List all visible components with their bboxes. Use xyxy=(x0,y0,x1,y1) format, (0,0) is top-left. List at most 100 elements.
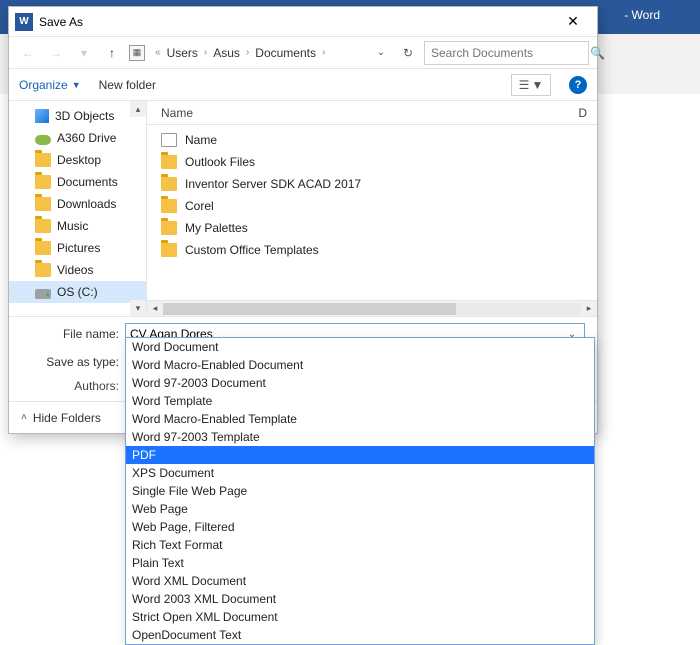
cloud-icon xyxy=(35,135,51,145)
view-options-button[interactable]: ☰ ▼ xyxy=(511,74,551,96)
search-input[interactable] xyxy=(431,46,586,60)
path-folder-icon[interactable]: ▦ xyxy=(129,45,145,61)
path-dropdown-button[interactable]: ⌄ xyxy=(370,42,392,64)
save-type-option[interactable]: OpenDocument Text xyxy=(126,626,594,644)
save-type-option[interactable]: Rich Text Format xyxy=(126,536,594,554)
file-list-header[interactable]: Name D xyxy=(147,101,597,125)
file-row[interactable]: Inventor Server SDK ACAD 2017 xyxy=(147,173,597,195)
hscroll-left[interactable]: ◂ xyxy=(147,301,163,317)
file-row-label: Name xyxy=(185,133,217,147)
help-button[interactable]: ? xyxy=(569,76,587,94)
save-type-option[interactable]: Word 2003 XML Document xyxy=(126,590,594,608)
crumb-documents[interactable]: Documents xyxy=(255,46,316,60)
new-folder-button[interactable]: New folder xyxy=(99,78,156,92)
search-icon[interactable]: 🔍 xyxy=(590,46,605,60)
folder-icon xyxy=(161,177,177,191)
tree-item-label: Desktop xyxy=(57,153,101,167)
chevron-down-icon: ▼ xyxy=(72,80,81,90)
tree-item-label: A360 Drive xyxy=(57,131,116,145)
crumb-root-icon[interactable]: « xyxy=(155,47,161,58)
folder-icon xyxy=(35,241,51,255)
file-list-body[interactable]: Name Outlook Files Inventor Server SDK ACA… xyxy=(147,125,597,300)
close-button[interactable]: ✕ xyxy=(553,8,593,36)
tree-item[interactable]: Videos xyxy=(9,259,146,281)
save-type-option[interactable]: Word XML Document xyxy=(126,572,594,590)
nav-forward-button[interactable]: → xyxy=(45,42,67,64)
crumb-users[interactable]: Users xyxy=(167,46,198,60)
tree-scroll-down[interactable]: ▾ xyxy=(130,300,146,316)
nav-up-button[interactable]: ↑ xyxy=(101,42,123,64)
folder-icon xyxy=(35,175,51,189)
nav-row: ← → ▾ ↑ ▦ « Users › Asus › Documents › ⌄… xyxy=(9,37,597,69)
tree-item[interactable]: Music xyxy=(9,215,146,237)
organize-label: Organize xyxy=(19,78,68,92)
tree-item[interactable]: A360 Drive xyxy=(9,127,146,149)
cube-icon xyxy=(35,109,49,123)
tree-item[interactable]: Downloads xyxy=(9,193,146,215)
folder-icon xyxy=(161,199,177,213)
chevron-right-icon: › xyxy=(204,47,207,58)
save-type-option[interactable]: Web Page xyxy=(126,500,594,518)
save-type-label: Save as type: xyxy=(21,355,119,369)
save-type-option[interactable]: Word Template xyxy=(126,392,594,410)
file-row[interactable]: My Palettes xyxy=(147,217,597,239)
save-type-option[interactable]: XPS Document xyxy=(126,464,594,482)
crumb-asus[interactable]: Asus xyxy=(213,46,240,60)
file-row[interactable]: Corel xyxy=(147,195,597,217)
chevron-right-icon: › xyxy=(246,47,249,58)
save-type-option[interactable]: Plain Text xyxy=(126,554,594,572)
file-row-label: Outlook Files xyxy=(185,155,255,169)
file-row[interactable]: Name xyxy=(147,129,597,151)
file-row-label: Inventor Server SDK ACAD 2017 xyxy=(185,177,361,191)
chevron-down-icon: ▼ xyxy=(531,78,543,92)
folder-tree: ▴ ▾ 3D Objects A360 Drive Desktop Documents… xyxy=(9,101,147,316)
save-type-option[interactable]: PDF xyxy=(126,446,594,464)
hscroll-right[interactable]: ▸ xyxy=(581,301,597,317)
file-row[interactable]: Outlook Files xyxy=(147,151,597,173)
tree-item[interactable]: Desktop xyxy=(9,149,146,171)
view-icon: ☰ xyxy=(519,78,530,92)
save-type-option[interactable]: Word 97-2003 Document xyxy=(126,374,594,392)
file-row[interactable]: Custom Office Templates xyxy=(147,239,597,261)
search-box[interactable]: 🔍 xyxy=(424,41,589,65)
file-list-hscroll[interactable]: ◂ ▸ xyxy=(147,300,597,316)
folder-icon xyxy=(35,263,51,277)
nav-back-button[interactable]: ← xyxy=(17,42,39,64)
tree-item-label: 3D Objects xyxy=(55,109,114,123)
column-header-date[interactable]: D xyxy=(578,106,587,120)
column-header-name[interactable]: Name xyxy=(161,106,578,120)
save-type-option[interactable]: Strict Open XML Document xyxy=(126,608,594,626)
tree-item[interactable]: Documents xyxy=(9,171,146,193)
file-icon xyxy=(161,133,177,147)
tree-item[interactable]: 3D Objects xyxy=(9,105,146,127)
tree-item[interactable]: Pictures xyxy=(9,237,146,259)
word-title-suffix: - Word xyxy=(624,8,660,22)
tree-item-label: Documents xyxy=(57,175,118,189)
save-type-option[interactable]: Single File Web Page xyxy=(126,482,594,500)
save-type-option[interactable]: Word Macro-Enabled Template xyxy=(126,410,594,428)
nav-recent-button[interactable]: ▾ xyxy=(73,42,95,64)
tree-item-label: Downloads xyxy=(57,197,116,211)
tree-item[interactable]: OS (C:) xyxy=(9,281,146,303)
hscroll-thumb[interactable] xyxy=(163,303,456,315)
file-row-label: Custom Office Templates xyxy=(185,243,319,257)
authors-label: Authors: xyxy=(21,379,119,393)
dialog-toolbar: Organize ▼ New folder ☰ ▼ ? xyxy=(9,69,597,101)
save-type-option[interactable]: Word 97-2003 Template xyxy=(126,428,594,446)
tree-item-label: Music xyxy=(57,219,88,233)
hscroll-track[interactable] xyxy=(163,303,581,315)
tree-item-label: Pictures xyxy=(57,241,100,255)
save-type-option[interactable]: Word Macro-Enabled Document xyxy=(126,356,594,374)
organize-button[interactable]: Organize ▼ xyxy=(19,78,81,92)
folder-icon xyxy=(161,221,177,235)
dialog-body: ▴ ▾ 3D Objects A360 Drive Desktop Documents… xyxy=(9,101,597,316)
tree-scroll-up[interactable]: ▴ xyxy=(130,101,146,117)
save-type-option[interactable]: Word Document xyxy=(126,338,594,356)
save-type-dropdown-list[interactable]: Word DocumentWord Macro-Enabled Document… xyxy=(125,337,595,645)
save-type-option[interactable]: Web Page, Filtered xyxy=(126,518,594,536)
file-row-label: My Palettes xyxy=(185,221,248,235)
chevron-up-icon: ˄ xyxy=(21,412,27,423)
hide-folders-button[interactable]: ˄ Hide Folders xyxy=(21,411,101,425)
refresh-button[interactable]: ↻ xyxy=(398,43,418,63)
folder-icon xyxy=(35,219,51,233)
